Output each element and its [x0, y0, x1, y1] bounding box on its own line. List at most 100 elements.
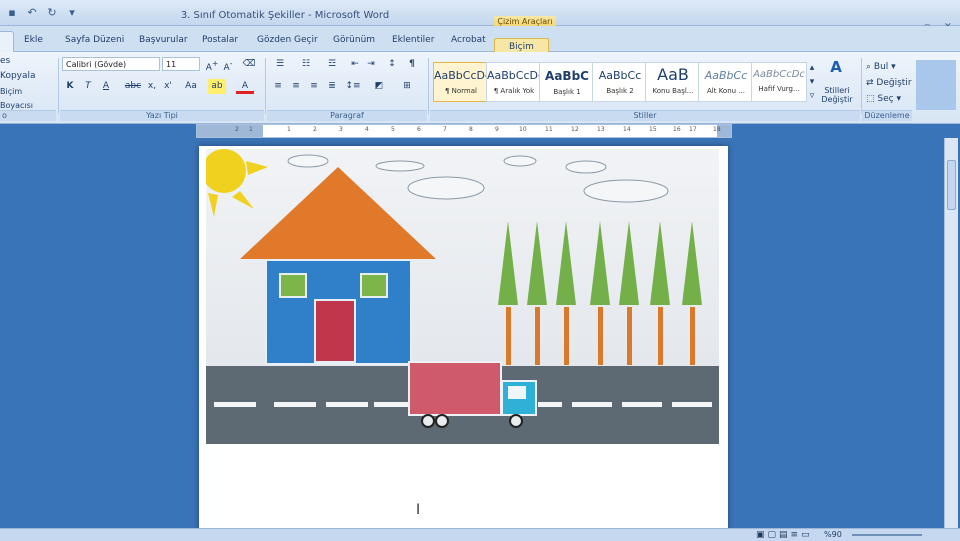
justify-icon[interactable]: ≣ — [324, 79, 340, 94]
change-case-icon[interactable]: Aa — [182, 79, 200, 94]
tree-shape[interactable] — [556, 221, 576, 305]
truck-wheel[interactable] — [421, 414, 435, 428]
font-color-icon[interactable]: A — [236, 79, 254, 94]
strikethrough-icon[interactable]: abc — [124, 79, 142, 94]
highlight-icon[interactable]: ab — [208, 79, 226, 94]
underline-icon[interactable]: A — [100, 79, 112, 94]
align-center-icon[interactable]: ≡ — [288, 79, 304, 94]
borders-icon[interactable]: ⊞ — [398, 79, 416, 94]
tree-trunk[interactable] — [658, 307, 663, 365]
italic-icon[interactable]: T — [82, 79, 94, 94]
font-size-dropdown[interactable]: 11 — [162, 57, 200, 71]
style-heading-1[interactable]: AaBbC Başlık 1 — [539, 62, 595, 102]
copy-button[interactable]: Kopyala — [0, 69, 40, 84]
subscript-icon[interactable]: x, — [146, 79, 158, 94]
style-subtle-emphasis[interactable]: AaBbCcDc Hafif Vurg... — [751, 62, 807, 102]
style-name: Konu Başl... — [652, 87, 694, 95]
styles-more-icon[interactable]: ▿ — [808, 90, 816, 105]
redo-icon[interactable]: ↻ — [44, 5, 60, 21]
font-name-dropdown[interactable]: Calibri (Gövde) — [62, 57, 160, 71]
tree-shape[interactable] — [682, 221, 702, 305]
style-subtitle[interactable]: AaBbCc Alt Konu ... — [698, 62, 754, 102]
change-styles-icon[interactable]: A — [822, 60, 850, 75]
tree-shape[interactable] — [498, 221, 518, 305]
save-icon[interactable]: ▪ — [4, 5, 20, 21]
tree-trunk[interactable] — [564, 307, 569, 365]
numbering-icon[interactable]: ☷ — [296, 57, 316, 72]
style-normal[interactable]: AaBbCcDc ¶ Normal — [433, 62, 489, 102]
horizontal-ruler[interactable]: 2 1 1 2 3 4 5 6 7 8 9 10 11 12 13 14 15 … — [196, 124, 732, 138]
cloud-shape[interactable] — [287, 154, 329, 168]
web-layout-view-icon[interactable]: ▤ — [779, 530, 788, 540]
bullets-icon[interactable]: ☰ — [270, 57, 290, 72]
shrink-font-icon[interactable]: A- — [220, 57, 236, 73]
cloud-shape[interactable] — [407, 176, 485, 200]
increase-indent-icon[interactable]: ⇥ — [364, 57, 378, 72]
tree-trunk[interactable] — [627, 307, 632, 365]
grow-font-icon[interactable]: A+ — [204, 57, 220, 73]
tab-basvurular[interactable]: Başvurular — [139, 35, 188, 45]
tab-eklentiler[interactable]: Eklentiler — [392, 35, 434, 45]
tree-shape[interactable] — [590, 221, 610, 305]
styles-scroll-up-icon[interactable]: ▴ — [808, 62, 816, 77]
house-window-left[interactable] — [279, 273, 307, 298]
cloud-shape[interactable] — [375, 160, 425, 172]
cloud-shape[interactable] — [583, 179, 669, 203]
tree-trunk[interactable] — [598, 307, 603, 365]
tab-sayfa-duzeni[interactable]: Sayfa Düzeni — [65, 35, 124, 45]
drawing-canvas[interactable] — [206, 149, 719, 444]
truck-wheel[interactable] — [435, 414, 449, 428]
tab-gorunum[interactable]: Görünüm — [333, 35, 375, 45]
sun-shape[interactable] — [206, 149, 268, 217]
tree-trunk[interactable] — [690, 307, 695, 365]
scrollbar-thumb[interactable] — [947, 160, 956, 210]
truck-cargo[interactable] — [408, 361, 502, 416]
cloud-shape[interactable] — [503, 155, 537, 167]
superscript-icon[interactable]: x' — [162, 79, 174, 94]
document-page[interactable] — [199, 146, 728, 541]
align-right-icon[interactable]: ≡ — [306, 79, 322, 94]
pilcrow-icon[interactable]: ¶ — [404, 57, 420, 72]
quick-access-dropdown-icon[interactable]: ▾ — [64, 5, 80, 21]
tree-shape[interactable] — [650, 221, 670, 305]
house-roof[interactable] — [240, 167, 436, 259]
tab-gozden-gecir[interactable]: Gözden Geçir — [257, 35, 318, 45]
clear-format-icon[interactable]: ⌫ — [240, 57, 258, 72]
tree-shape[interactable] — [619, 221, 639, 305]
style-heading-2[interactable]: AaBbCc Başlık 2 — [592, 62, 648, 102]
bold-icon[interactable]: K — [64, 79, 76, 94]
ribbon: es Kopyala Biçim Boyacısı o Calibri (Göv… — [0, 52, 960, 124]
tab-ekle[interactable]: Ekle — [24, 35, 43, 45]
decrease-indent-icon[interactable]: ⇤ — [348, 57, 362, 72]
vertical-scrollbar[interactable] — [944, 138, 958, 528]
style-title[interactable]: AaB Konu Başl... — [645, 62, 701, 102]
format-painter-button[interactable]: Biçim Boyacısı — [0, 85, 56, 110]
truck-window[interactable] — [508, 386, 526, 399]
styles-scroll-down-icon[interactable]: ▾ — [808, 76, 816, 91]
zoom-slider[interactable] — [852, 534, 922, 536]
paste-partial-label[interactable]: es — [0, 54, 14, 69]
draft-view-icon[interactable]: ▭ — [801, 530, 810, 540]
truck-wheel[interactable] — [509, 414, 523, 428]
tab-acrobat[interactable]: Acrobat — [451, 35, 486, 45]
cloud-shape[interactable] — [565, 160, 607, 174]
style-no-spacing[interactable]: AaBbCcDc ¶ Aralık Yok — [486, 62, 542, 102]
replace-icon: ⇄ — [866, 78, 874, 88]
tab-home[interactable] — [0, 31, 14, 53]
multilevel-list-icon[interactable]: ☲ — [322, 57, 342, 72]
print-layout-view-icon[interactable]: ▣ — [756, 530, 765, 540]
undo-icon[interactable]: ↶ — [24, 5, 40, 21]
line-spacing-icon[interactable]: ↕≡ — [344, 79, 362, 94]
tab-postalar[interactable]: Postalar — [202, 35, 238, 45]
house-door[interactable] — [314, 299, 356, 363]
sort-icon[interactable]: ↕ — [384, 57, 400, 72]
align-left-icon[interactable]: ≡ — [270, 79, 286, 94]
house-window-right[interactable] — [360, 273, 388, 298]
tree-shape[interactable] — [527, 221, 547, 305]
tree-trunk[interactable] — [506, 307, 511, 365]
shading-icon[interactable]: ◩ — [370, 79, 388, 94]
change-styles-button[interactable]: Stilleri Değiştir — [816, 86, 858, 106]
outline-view-icon[interactable]: ≡ — [791, 530, 799, 540]
tree-trunk[interactable] — [535, 307, 540, 365]
full-screen-view-icon[interactable]: ▢ — [768, 530, 777, 540]
